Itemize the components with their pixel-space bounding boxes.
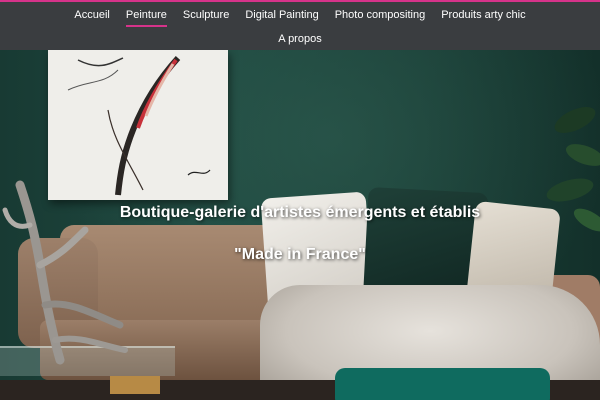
main-navigation: Accueil Peinture Sculpture Digital Paint… bbox=[0, 2, 600, 50]
nav-item-produits-arty-chic[interactable]: Produits arty chic bbox=[433, 8, 533, 22]
nav-item-photo-compositing[interactable]: Photo compositing bbox=[327, 8, 434, 22]
nav-row-primary: Accueil Peinture Sculpture Digital Paint… bbox=[0, 8, 600, 27]
hero-banner: Boutique-galerie d'artistes émergents et… bbox=[0, 50, 600, 400]
table-leg bbox=[110, 376, 160, 394]
nav-item-accueil[interactable]: Accueil bbox=[66, 8, 117, 22]
nav-item-sculpture[interactable]: Sculpture bbox=[175, 8, 237, 22]
nav-item-a-propos[interactable]: A propos bbox=[270, 32, 329, 46]
teal-pouf bbox=[335, 368, 550, 400]
hero-subtitle: "Made in France" bbox=[234, 246, 366, 263]
nav-row-secondary: A propos bbox=[0, 32, 600, 46]
nav-item-digital-painting[interactable]: Digital Painting bbox=[237, 8, 326, 22]
nav-item-peinture[interactable]: Peinture bbox=[118, 8, 175, 27]
hero-title: Boutique-galerie d'artistes émergents et… bbox=[119, 204, 481, 221]
